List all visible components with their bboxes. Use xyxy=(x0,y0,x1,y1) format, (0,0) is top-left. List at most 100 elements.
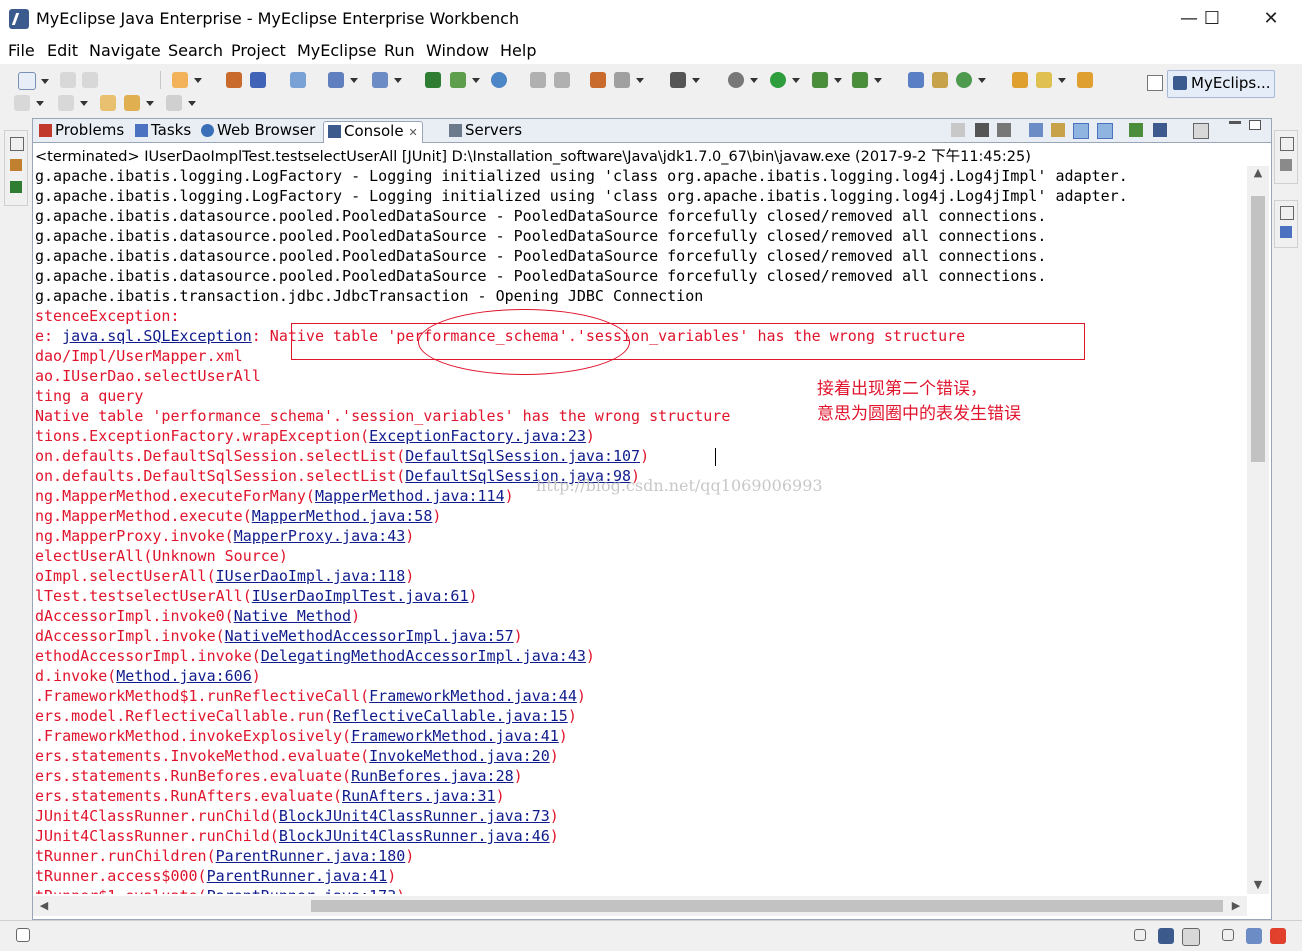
stack-trace-link[interactable]: IUserDaoImplTest.java:61 xyxy=(252,587,469,605)
clipboard-icon[interactable] xyxy=(1182,928,1200,946)
horizontal-scroll-thumb[interactable] xyxy=(311,900,1223,912)
menu-file[interactable]: File xyxy=(8,41,35,60)
print-icon[interactable] xyxy=(82,72,98,88)
progress-icon[interactable] xyxy=(1246,928,1262,944)
tab-tasks[interactable]: Tasks xyxy=(133,121,193,142)
show-on-stderr-icon[interactable] xyxy=(1097,123,1113,139)
server-run-icon[interactable] xyxy=(328,72,358,88)
snippets-icon[interactable] xyxy=(1280,226,1292,238)
run-icon[interactable] xyxy=(770,72,800,88)
debug-icon[interactable] xyxy=(728,72,758,88)
package-explorer-icon[interactable] xyxy=(10,159,22,171)
tab-web-browser[interactable]: Web Browser xyxy=(199,121,317,142)
stack-trace-link[interactable]: ParentRunner.java:41 xyxy=(207,867,388,885)
cycle-icon[interactable] xyxy=(956,72,986,88)
scroll-lock-icon[interactable] xyxy=(1051,123,1065,137)
new-icon[interactable] xyxy=(18,72,49,90)
vertical-scrollbar[interactable]: ▲ ▼ xyxy=(1247,166,1269,894)
tab-problems[interactable]: Problems xyxy=(37,121,126,142)
web-service-icon[interactable] xyxy=(372,72,402,88)
stack-trace-link[interactable]: BlockJUnit4ClassRunner.java:73 xyxy=(279,807,550,825)
fast-view-icon[interactable] xyxy=(16,928,30,942)
stack-trace-link[interactable]: DelegatingMethodAccessorImpl.java:43 xyxy=(261,647,586,665)
globe-toolbar-icon[interactable] xyxy=(491,72,507,88)
scroll-up-icon[interactable]: ▲ xyxy=(1247,166,1269,180)
menu-window[interactable]: Window xyxy=(426,41,489,60)
remove-all-icon[interactable] xyxy=(997,123,1011,137)
minimize-view-icon[interactable] xyxy=(1229,121,1241,124)
remove-launch-icon[interactable] xyxy=(975,123,989,137)
external-tools-icon[interactable] xyxy=(425,72,441,88)
stack-trace-link[interactable]: RunAfters.java:31 xyxy=(342,787,496,805)
menu-myeclipse[interactable]: MyEclipse xyxy=(297,41,376,60)
stack-trace-link[interactable]: Method.java:606 xyxy=(116,667,251,685)
tab-console[interactable]: Console ✕ xyxy=(323,121,423,143)
maximize-view-icon[interactable] xyxy=(1249,120,1261,130)
next-annotation-icon[interactable] xyxy=(14,95,44,111)
report-icon[interactable] xyxy=(590,72,606,88)
new-server-icon[interactable] xyxy=(172,72,202,88)
tab-servers[interactable]: Servers xyxy=(447,121,524,142)
stack-trace-link[interactable]: MapperProxy.java:43 xyxy=(234,527,406,545)
stack-trace-link[interactable]: MapperMethod.java:114 xyxy=(315,487,505,505)
stack-trace-link[interactable]: BlockJUnit4ClassRunner.java:46 xyxy=(279,827,550,845)
open-console-icon[interactable] xyxy=(1193,123,1209,139)
open-folder-icon[interactable] xyxy=(1077,72,1093,88)
update-icon[interactable] xyxy=(1270,928,1286,944)
scroll-left-icon[interactable]: ◀ xyxy=(33,899,55,913)
close-window-button[interactable]: ✕ xyxy=(1248,4,1294,34)
menu-project[interactable]: Project xyxy=(231,41,286,60)
horizontal-scrollbar[interactable]: ◀ ▶ xyxy=(33,896,1247,916)
camera-icon[interactable] xyxy=(670,72,700,88)
display-console-icon[interactable] xyxy=(1153,123,1167,137)
pencil-icon[interactable] xyxy=(1036,72,1066,88)
scroll-right-icon[interactable]: ▶ xyxy=(1225,899,1247,913)
restore-icon[interactable] xyxy=(1134,929,1146,941)
open-task-icon[interactable] xyxy=(932,72,948,88)
open-perspective-icon[interactable] xyxy=(1147,75,1163,91)
maximize-button[interactable]: ☐ xyxy=(1189,4,1235,34)
restore-icon[interactable] xyxy=(10,137,24,151)
console-output[interactable]: g.apache.ibatis.logging.LogFactory - Log… xyxy=(35,166,1245,894)
stack-trace-link[interactable]: RunBefores.java:28 xyxy=(351,767,514,785)
restore-icon[interactable] xyxy=(1222,929,1234,941)
deploy-icon[interactable] xyxy=(226,72,242,88)
scroll-down-icon[interactable]: ▼ xyxy=(1247,878,1269,892)
restore-icon[interactable] xyxy=(1280,137,1294,151)
menu-search[interactable]: Search xyxy=(168,41,223,60)
refresh-icon[interactable] xyxy=(554,72,570,88)
perspective-myeclipse-button[interactable]: MyEclips... xyxy=(1167,70,1275,98)
close-tab-icon[interactable]: ✕ xyxy=(409,126,418,139)
open-type-icon[interactable] xyxy=(908,72,924,88)
clear-console-icon[interactable] xyxy=(1029,123,1043,137)
vertical-scroll-thumb[interactable] xyxy=(1251,196,1265,462)
stack-trace-link[interactable]: MapperMethod.java:58 xyxy=(252,507,433,525)
settings-icon[interactable] xyxy=(614,72,644,88)
stack-trace-link[interactable]: FrameworkMethod.java:41 xyxy=(351,727,559,745)
forward-icon[interactable] xyxy=(166,95,196,111)
menu-help[interactable]: Help xyxy=(500,41,536,60)
stack-trace-link[interactable]: ParentRunner.java:180 xyxy=(216,847,406,865)
database-icon[interactable] xyxy=(290,72,306,88)
run-history-icon[interactable] xyxy=(812,72,842,88)
server-status-icon[interactable] xyxy=(1158,928,1174,944)
junit-icon[interactable] xyxy=(450,72,480,88)
restore-icon[interactable] xyxy=(1280,206,1294,220)
last-edit-icon[interactable] xyxy=(100,95,116,111)
show-on-stdout-icon[interactable] xyxy=(1073,123,1089,139)
stack-trace-link[interactable]: java.sql.SQLException xyxy=(62,327,252,345)
menu-run[interactable]: Run xyxy=(384,41,415,60)
stack-trace-link[interactable]: DefaultSqlSession.java:107 xyxy=(405,447,640,465)
stack-trace-link[interactable]: ExceptionFactory.java:23 xyxy=(369,427,586,445)
folder-icon[interactable] xyxy=(1012,72,1028,88)
pin-console-icon[interactable] xyxy=(1129,123,1143,137)
menu-navigate[interactable]: Navigate xyxy=(89,41,161,60)
terminate-icon[interactable] xyxy=(951,123,965,137)
stack-trace-link[interactable]: Native Method xyxy=(234,607,351,625)
back-icon[interactable] xyxy=(124,95,154,111)
stack-trace-link[interactable]: FrameworkMethod.java:44 xyxy=(369,687,577,705)
prev-annotation-icon[interactable] xyxy=(58,95,88,111)
stack-trace-link[interactable]: ReflectiveCallable.java:15 xyxy=(333,707,568,725)
menu-edit[interactable]: Edit xyxy=(47,41,78,60)
outline-icon[interactable] xyxy=(1280,159,1292,171)
